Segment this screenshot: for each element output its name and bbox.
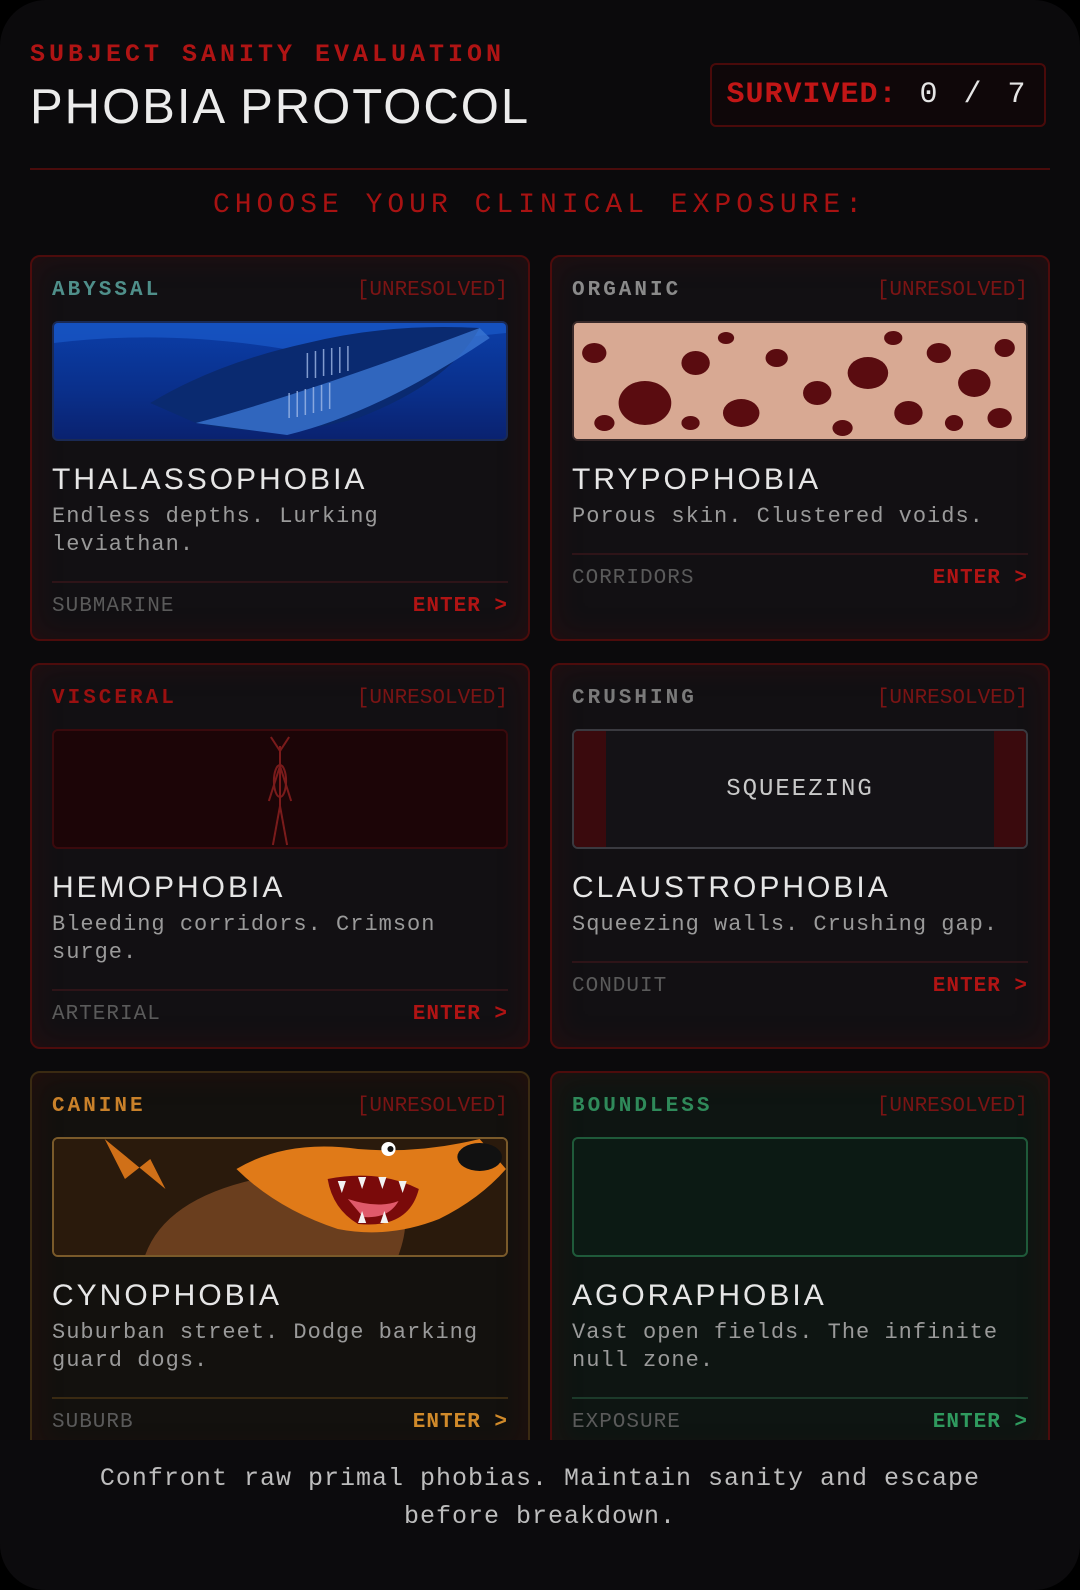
- card-divider: [572, 1397, 1028, 1399]
- card-title: CYNOPHOBIA: [52, 1279, 283, 1312]
- card-category: ORGANIC: [572, 278, 682, 302]
- barking-dog-icon: [54, 1139, 506, 1255]
- cynophobia-thumbnail: [52, 1137, 508, 1257]
- card-status: [UNRESOLVED]: [876, 278, 1028, 302]
- thalassophobia-thumbnail: [52, 321, 508, 441]
- agoraphobia-thumbnail: [572, 1137, 1028, 1257]
- card-divider: [572, 961, 1028, 963]
- creature-figure-icon: [267, 736, 293, 846]
- phobia-card-hemophobia[interactable]: VISCERAL [UNRESOLVED] HEMOPHOBIA Bleedin…: [30, 663, 530, 1049]
- app-frame: SUBJECT SANITY EVALUATION PHOBIA PROTOCO…: [0, 0, 1080, 1590]
- enter-button-thalassophobia[interactable]: ENTER >: [413, 595, 508, 618]
- card-divider: [52, 989, 508, 991]
- phobia-card-thalassophobia[interactable]: ABYSSAL [UNRESOLVED] THALASSOPHOBIA Endl…: [30, 255, 530, 641]
- holes-icon: [574, 323, 1026, 439]
- card-category: ABYSSAL: [52, 278, 162, 302]
- phobia-card-cynophobia[interactable]: CANINE [UNRESOLVED] CYNOPHOBIA Suburban …: [30, 1071, 530, 1457]
- header-divider: [30, 168, 1050, 170]
- card-title: HEMOPHOBIA: [52, 871, 286, 904]
- enter-button-claustrophobia[interactable]: ENTER >: [933, 975, 1028, 998]
- card-description: Porous skin. Clustered voids.: [572, 504, 984, 529]
- card-description: Vast open fields. The infinite null zone…: [572, 1320, 999, 1373]
- enter-button-cynophobia[interactable]: ENTER >: [413, 1411, 508, 1434]
- card-zone: SUBURB: [52, 1411, 134, 1434]
- card-zone: SUBMARINE: [52, 595, 175, 618]
- card-status: [UNRESOLVED]: [356, 278, 508, 302]
- card-title: AGORAPHOBIA: [572, 1279, 827, 1312]
- card-status: [UNRESOLVED]: [356, 686, 508, 710]
- trypophobia-thumbnail: [572, 321, 1028, 441]
- card-zone: CORRIDORS: [572, 567, 695, 590]
- phobia-card-trypophobia[interactable]: ORGANIC [UNRESOLVED] TRYPOPHOBIA Porous …: [550, 255, 1050, 641]
- card-title: TRYPOPHOBIA: [572, 463, 822, 496]
- card-description: Endless depths. Lurking leviathan.: [52, 504, 379, 557]
- phobia-grid: ABYSSAL [UNRESOLVED] THALASSOPHOBIA Endl…: [30, 255, 1050, 1457]
- card-category: CRUSHING: [572, 686, 697, 710]
- enter-button-hemophobia[interactable]: ENTER >: [413, 1003, 508, 1026]
- card-status: [UNRESOLVED]: [876, 1094, 1028, 1118]
- card-zone: EXPOSURE: [572, 1411, 681, 1434]
- card-category: BOUNDLESS: [572, 1094, 713, 1118]
- card-title: CLAUSTROPHOBIA: [572, 871, 891, 904]
- card-category: CANINE: [52, 1094, 146, 1118]
- enter-button-agoraphobia[interactable]: ENTER >: [933, 1411, 1028, 1434]
- phobia-card-claustrophobia[interactable]: CRUSHING [UNRESOLVED] SQUEEZING CLAUSTRO…: [550, 663, 1050, 1049]
- hemophobia-thumbnail: [52, 729, 508, 849]
- card-zone: ARTERIAL: [52, 1003, 161, 1026]
- card-category: VISCERAL: [52, 686, 177, 710]
- card-divider: [52, 1397, 508, 1399]
- footer-tagline: Confront raw primal phobias. Maintain sa…: [99, 1464, 981, 1531]
- survived-counter: SURVIVED: 0 / 7: [710, 63, 1046, 127]
- card-description: Squeezing walls. Crushing gap.: [572, 912, 999, 937]
- card-description: Bleeding corridors. Crimson surge.: [52, 912, 436, 965]
- phobia-card-agoraphobia[interactable]: BOUNDLESS [UNRESOLVED] AGORAPHOBIA Vast …: [550, 1071, 1050, 1457]
- card-divider: [52, 581, 508, 583]
- card-zone: CONDUIT: [572, 975, 668, 998]
- survived-label: SURVIVED:: [726, 78, 898, 112]
- claustrophobia-thumbnail: SQUEEZING: [572, 729, 1028, 849]
- enter-button-trypophobia[interactable]: ENTER >: [933, 567, 1028, 590]
- card-status: [UNRESOLVED]: [356, 1094, 508, 1118]
- card-status: [UNRESOLVED]: [876, 686, 1028, 710]
- card-title: THALASSOPHOBIA: [52, 463, 368, 496]
- squeezing-label: SQUEEZING: [726, 775, 874, 803]
- choose-prompt: CHOOSE YOUR CLINICAL EXPOSURE:: [212, 190, 868, 221]
- card-divider: [572, 553, 1028, 555]
- survived-value: 0 / 7: [919, 78, 1030, 112]
- leviathan-icon: [54, 323, 506, 435]
- card-description: Suburban street. Dodge barking guard dog…: [52, 1320, 479, 1373]
